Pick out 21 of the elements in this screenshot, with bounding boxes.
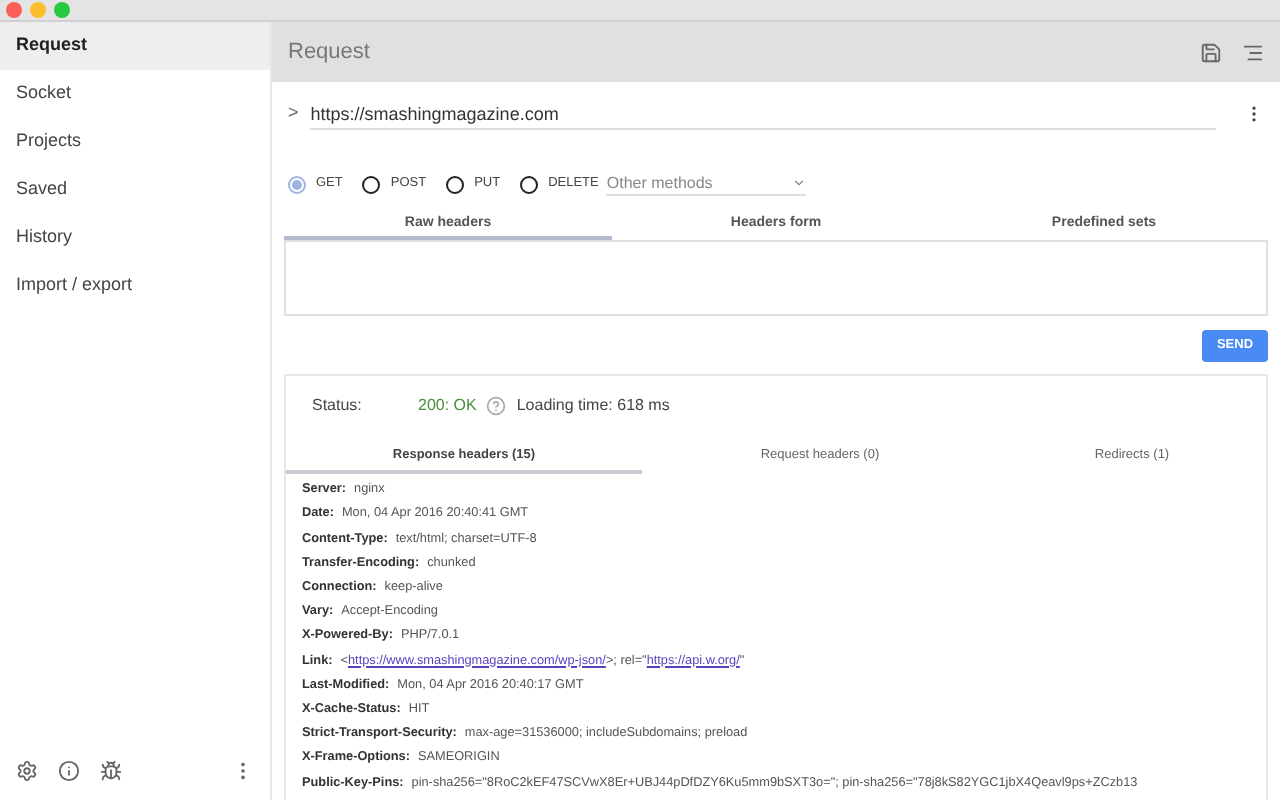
- sidebar-item[interactable]: Import / export: [0, 262, 270, 310]
- expand-toggle[interactable]: >: [288, 100, 299, 128]
- menu-icon[interactable]: [1242, 41, 1264, 63]
- sidebar-item[interactable]: History: [0, 214, 270, 262]
- sidebar-item[interactable]: Request: [0, 22, 270, 70]
- sidebar-item[interactable]: Socket: [0, 70, 270, 118]
- loading-time: Loading time: 618 ms: [516, 394, 670, 418]
- other-methods-dropdown[interactable]: Other methods: [606, 172, 807, 196]
- info-icon[interactable]: [58, 759, 80, 781]
- status-label: Status:: [312, 394, 364, 418]
- sidebar-item[interactable]: Projects: [0, 118, 270, 166]
- header-title: Request: [288, 37, 370, 68]
- settings-icon[interactable]: [16, 759, 38, 781]
- close-icon[interactable]: [6, 2, 22, 18]
- url-field[interactable]: https://smashingmagazine.com: [310, 99, 1216, 129]
- caret-icon: [792, 176, 807, 190]
- help-icon[interactable]: [486, 396, 507, 416]
- save-icon[interactable]: [1200, 41, 1222, 63]
- status-value: 200: OK: [418, 394, 477, 418]
- sidebar-item[interactable]: Saved: [0, 166, 270, 214]
- bug-icon[interactable]: [100, 759, 122, 781]
